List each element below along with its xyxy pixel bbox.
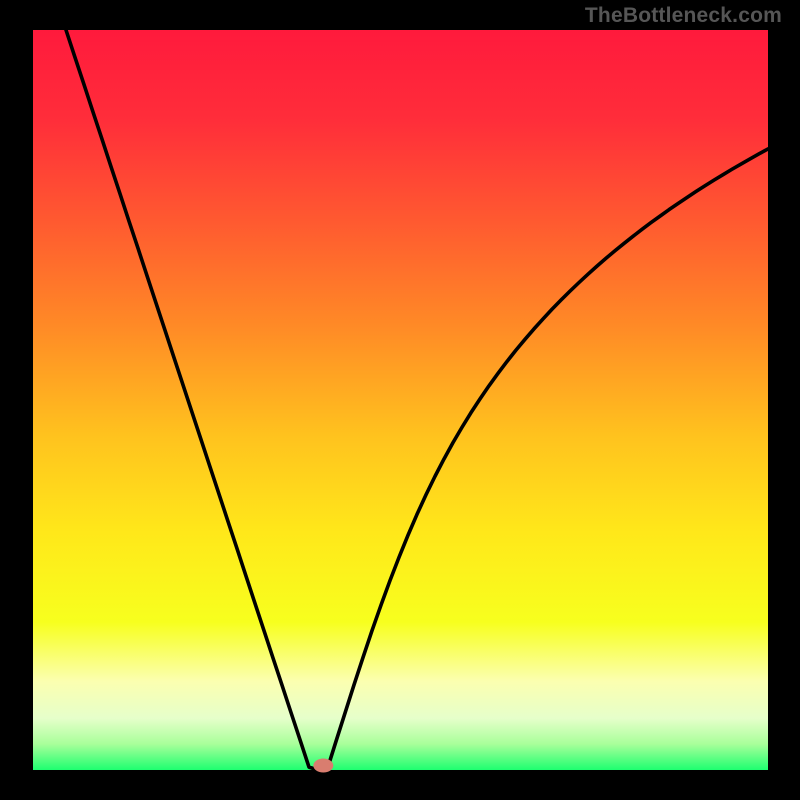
chart-frame: TheBottleneck.com [0,0,800,800]
optimal-point-marker [313,759,333,773]
chart-svg [0,0,800,800]
plot-area [33,30,768,770]
watermark-text: TheBottleneck.com [585,4,782,28]
